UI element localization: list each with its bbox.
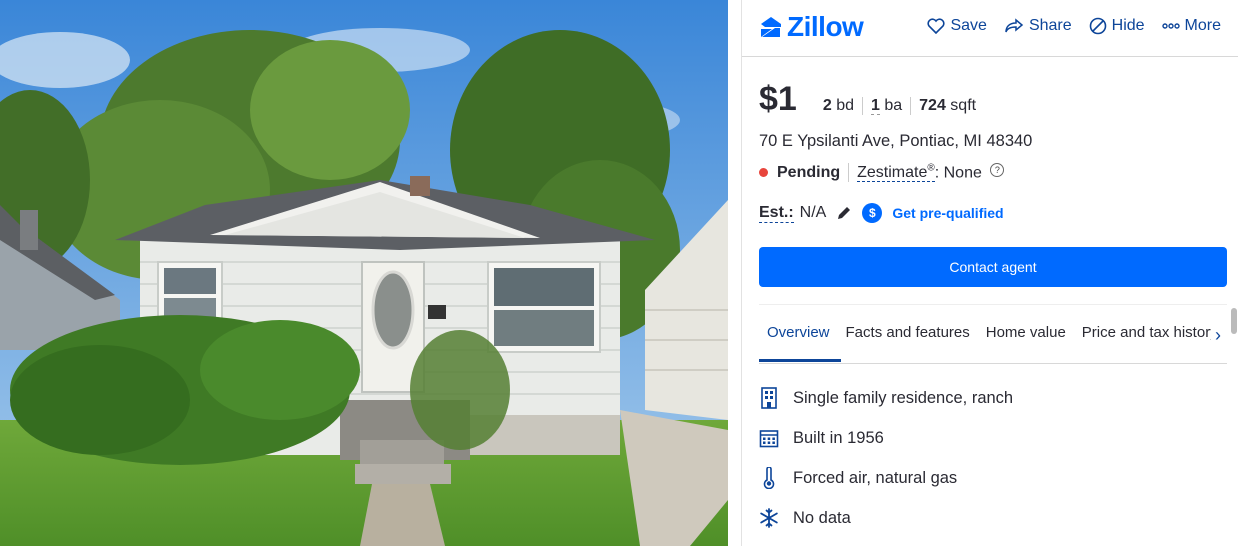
chevron-right-icon[interactable]: › [1211,325,1221,346]
listing-panel: Zillow Save Share Hide More $1 2 bd 1 ba… [741,0,1238,546]
save-button[interactable]: Save [927,17,987,35]
more-label: More [1184,17,1221,34]
top-bar: Zillow Save Share Hide More [742,0,1238,57]
zestimate: Zestimate®: None ? [848,163,1005,183]
listing-price: $1 [759,80,797,118]
active-tab-indicator [759,359,841,362]
sqft-unit: sqft [950,97,977,114]
beds-stat: 2 bd [815,97,863,115]
hide-label: Hide [1111,17,1145,34]
thermometer-icon [763,467,775,489]
beds-unit: bd [836,97,854,114]
tab-home-value[interactable]: Home value [986,324,1066,341]
fact-text: No data [793,508,851,527]
help-icon[interactable]: ? [990,163,1005,177]
building-icon [761,387,777,409]
zestimate-reg: ® [927,163,935,174]
baths-value: 1 [870,97,880,115]
sqft-stat: 724 sqft [911,97,984,115]
fact-text: Forced air, natural gas [793,468,958,487]
hide-button[interactable]: Hide [1089,17,1145,35]
zillow-logo[interactable]: Zillow [759,11,864,43]
action-bar: Save Share Hide More [927,17,1221,35]
listing-address: 70 E Ypsilanti Ave, Pontiac, MI 48340 [759,132,1033,150]
share-label: Share [1028,17,1072,34]
fact-item: Forced air, natural gas [759,458,1013,498]
fact-text: Built in 1956 [793,428,884,447]
fact-text: Single family residence, ranch [793,388,1014,407]
baths-stat[interactable]: 1 ba [863,97,912,115]
house-photo [0,0,728,546]
save-label: Save [950,17,987,34]
get-prequalified-link[interactable]: Get pre-qualified [892,205,1003,221]
est-value: N/A [799,204,827,221]
calendar-icon [759,430,779,448]
status-dot [759,168,768,178]
facts-list: Single family residence, ranch Built in … [759,378,1013,538]
section-tabs: Overview Facts and features Home value P… [759,304,1227,364]
more-button[interactable]: More [1161,17,1221,35]
price-summary: $1 2 bd 1 ba 724 sqft [759,80,984,119]
tab-price-and-tax-history[interactable]: Price and tax history [1082,324,1218,341]
zestimate-link[interactable]: Zestimate® [857,163,935,183]
fact-item: Single family residence, ranch [759,378,1013,418]
status-label: Pending [777,163,841,181]
brand-name: Zillow [787,11,864,42]
sqft-value: 724 [919,97,946,114]
fact-item: Built in 1956 [759,418,1013,458]
tab-overview[interactable]: Overview [767,324,830,341]
pencil-icon[interactable] [836,205,852,221]
est-label[interactable]: Est.: [759,204,794,223]
snowflake-icon [760,508,778,528]
zestimate-label: Zestimate [857,164,928,182]
share-button[interactable]: Share [1004,17,1072,35]
fact-item: No data [759,498,1013,538]
share-icon [1005,18,1024,33]
tab-facts-and-features[interactable]: Facts and features [846,324,970,341]
hide-icon [1089,17,1106,35]
dollar-icon: $ [862,203,883,223]
baths-unit: ba [884,97,903,114]
more-icon [1161,23,1180,29]
estimate-row: Est.: N/A $ Get pre-qualified [759,203,1004,223]
listing-photo[interactable] [0,0,728,546]
status-row: Pending Zestimate®: None ? [759,163,1005,183]
beds-value: 2 [822,97,832,114]
zillow-house-icon [761,17,781,37]
heart-icon [927,18,946,34]
contact-agent-button[interactable]: Contact agent [759,247,1227,287]
scrollbar-thumb[interactable] [1231,308,1237,334]
zestimate-value: : None [934,164,982,182]
